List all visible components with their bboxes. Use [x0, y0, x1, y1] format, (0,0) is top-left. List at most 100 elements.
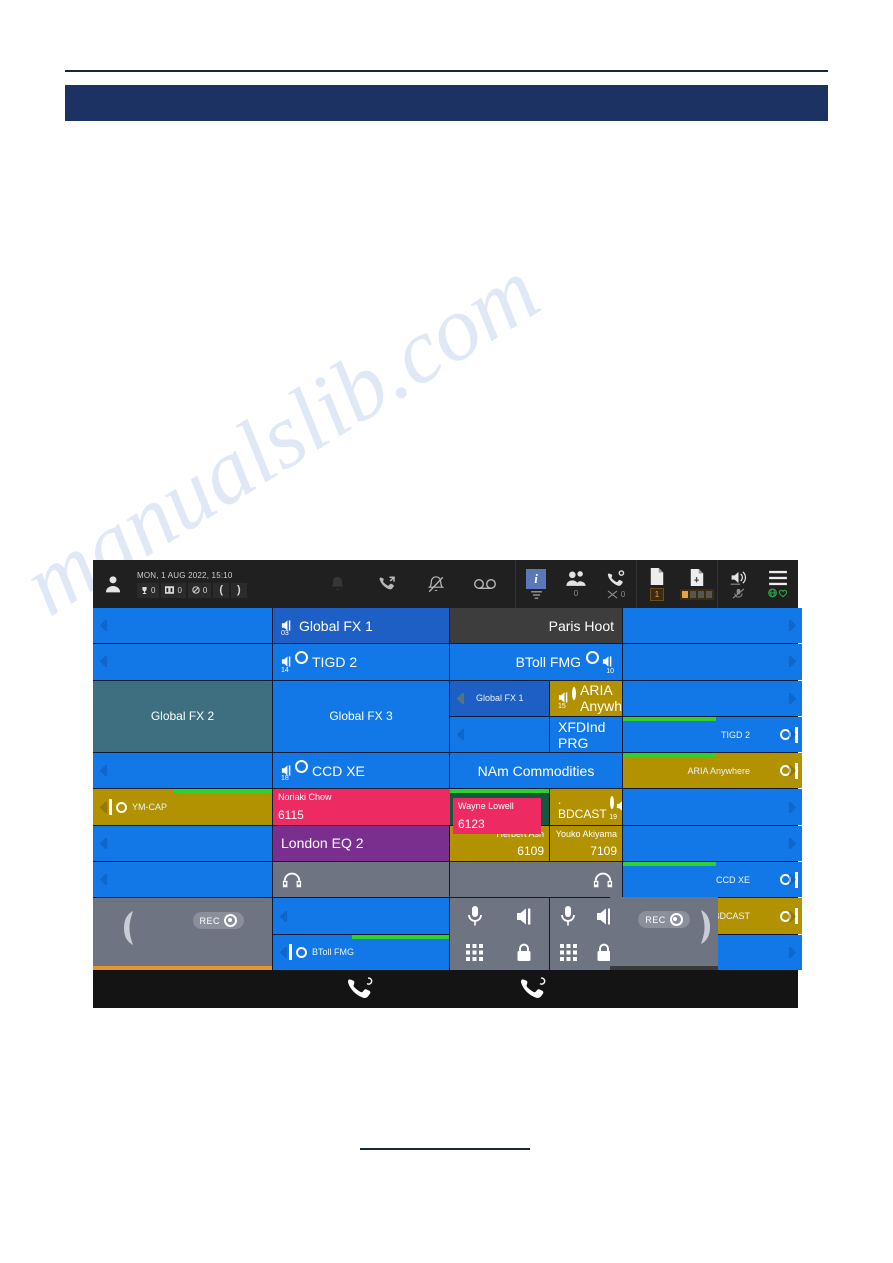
chevron-right-icon — [786, 717, 800, 752]
mic-button-right[interactable] — [560, 905, 576, 927]
key-paris-hoot[interactable]: Paris Hoot — [450, 608, 622, 644]
datetime-label: MON, 1 AUG 2022, 15:10 — [137, 570, 233, 580]
key-aria-anywhere[interactable]: 15 ARIA Anywhere — [550, 680, 622, 716]
headset-panel-right[interactable] — [450, 862, 622, 898]
speaker-small-icon — [616, 800, 622, 814]
chevron-right-icon — [786, 898, 800, 933]
headset-icon — [281, 869, 303, 890]
left-rail-key-3[interactable]: Global FX 1 — [450, 680, 549, 716]
counter-forbidden-value: 0 — [202, 585, 208, 595]
counter-trophy[interactable]: 0 — [137, 582, 160, 598]
volume-icon — [730, 571, 746, 585]
green-level-bar — [352, 934, 449, 939]
forbidden-icon — [192, 586, 200, 594]
bell-icon[interactable] — [325, 571, 351, 597]
bottom-bar — [93, 970, 798, 1008]
key-xfdind-prg[interactable]: XFDInd PRG — [550, 716, 622, 753]
chevron-right-icon — [786, 608, 800, 643]
left-rail-key-1[interactable] — [93, 608, 272, 644]
key-global-fx-1[interactable]: 03 Global FX 1 — [273, 608, 449, 644]
left-rail-key-10[interactable]: BToll FMG — [273, 934, 449, 970]
key-london-eq-2[interactable]: London EQ 2 — [273, 825, 449, 862]
key-noriaki-chow-ext: 6115 — [278, 807, 304, 822]
keypad-button-left[interactable] — [466, 943, 484, 961]
mic-button-left[interactable] — [467, 905, 483, 927]
call-panel-left[interactable]: REC — [93, 898, 272, 970]
right-rail-key-5[interactable]: ARIA Anywhere — [623, 753, 802, 789]
speaker-button-left[interactable] — [514, 907, 534, 926]
key-btoll-fmg[interactable]: BToll FMG 10 — [450, 644, 622, 680]
handset-left-icon[interactable] — [93, 898, 165, 970]
headset-panel-left[interactable] — [273, 862, 449, 898]
record-dot-icon — [669, 913, 683, 926]
lock-button-left[interactable] — [516, 943, 532, 962]
handset-right-icon[interactable] — [694, 907, 716, 947]
user-avatar-icon[interactable] — [93, 560, 133, 608]
key-bdcast[interactable]: . BDCAST 19 — [550, 789, 622, 825]
key-youko-akiyama[interactable]: Youko Akiyama 7109 — [550, 825, 622, 862]
key-global-fx-1-num: 03 — [281, 630, 289, 638]
mic-muted-icon — [732, 588, 744, 599]
left-rail-key-9[interactable] — [273, 898, 449, 934]
left-rail-key-8[interactable] — [93, 862, 272, 898]
keypad-button-right[interactable] — [559, 943, 577, 961]
bell-muted-icon[interactable] — [423, 571, 449, 597]
right-rail-key-7[interactable] — [623, 825, 802, 862]
bottom-phone-button-right[interactable] — [446, 970, 620, 1008]
left-rail-key-4[interactable] — [450, 716, 549, 753]
paren-right-label: ) — [237, 584, 241, 596]
voicemail-icon[interactable] — [472, 571, 498, 597]
key-noriaki-chow-name: Noriaki Chow — [278, 792, 332, 803]
key-bdcast-num: 19 — [609, 813, 617, 821]
contacts-button[interactable]: 0 — [556, 560, 596, 608]
right-rail-key-2[interactable] — [623, 644, 802, 680]
key-xfdind-prg-label: XFDInd PRG — [558, 718, 606, 751]
rec-button-right[interactable]: REC — [610, 897, 718, 970]
key-nam-commodities[interactable]: NAm Commodities — [450, 753, 622, 789]
page-header-banner — [65, 85, 828, 121]
key-ccd-xe-num: 18 — [281, 775, 289, 783]
menu-button[interactable] — [758, 560, 798, 608]
key-noriaki-chow[interactable]: Noriaki Chow 6115 — [273, 789, 459, 825]
left-rail-key-2[interactable] — [93, 644, 272, 680]
right-rail-key-6[interactable] — [623, 789, 802, 825]
left-rail-key-5[interactable] — [93, 753, 272, 789]
ring-indicator-icon — [296, 946, 307, 958]
paren-left-button[interactable]: ( — [213, 582, 230, 598]
missed-call-button[interactable]: 0 — [596, 560, 636, 608]
page-button[interactable]: 1 — [636, 560, 677, 608]
info-button[interactable]: i — [515, 560, 556, 608]
record-dot-icon — [224, 914, 238, 928]
chevron-left-icon — [95, 608, 109, 643]
page-bottom-rule — [360, 1148, 530, 1150]
key-tigd-2[interactable]: 14 TIGD 2 — [273, 644, 449, 680]
right-rail-key-3[interactable] — [623, 680, 802, 716]
right-rail-key-1[interactable] — [623, 608, 802, 644]
key-tigd-2-num: 14 — [281, 666, 289, 674]
left-rail-key-7[interactable] — [93, 825, 272, 862]
counter-calendar[interactable]: 0 — [161, 582, 186, 598]
counter-forbidden[interactable]: 0 — [187, 582, 212, 598]
key-ccd-xe[interactable]: 18 CCD XE — [273, 753, 449, 789]
page-add-button[interactable] — [677, 560, 717, 608]
key-global-fx-3[interactable]: Global FX 3 — [273, 680, 449, 753]
ring-indicator-icon — [116, 801, 127, 813]
left-rail-key-6[interactable]: YM-CAP — [93, 789, 272, 825]
key-wayne-lowell-name: Wayne Lowell — [458, 801, 514, 811]
rec-button-left[interactable]: REC — [165, 898, 272, 970]
bottom-phone-button-left[interactable] — [272, 970, 446, 1008]
paren-right-button[interactable]: ) — [231, 582, 247, 598]
key-global-fx-2-label: Global FX 2 — [150, 709, 215, 724]
key-bdcast-label: . BDCAST — [558, 793, 607, 822]
right-rail-key-8[interactable]: CCD XE — [623, 862, 802, 898]
key-global-fx-2[interactable]: Global FX 2 — [93, 680, 272, 753]
right-rail-label-4: TIGD 2 — [720, 729, 750, 740]
volume-button[interactable] — [717, 560, 758, 608]
topbar-mid-icons — [307, 560, 515, 608]
key-herbert-ash-ext: 6109 — [517, 844, 544, 859]
trophy-icon — [142, 586, 147, 594]
key-wayne-lowell[interactable]: Wayne Lowell 6123 — [453, 798, 541, 834]
right-rail-key-4[interactable]: TIGD 2 — [623, 716, 802, 753]
chevron-left-icon — [95, 789, 109, 824]
call-forward-icon[interactable] — [374, 571, 400, 597]
